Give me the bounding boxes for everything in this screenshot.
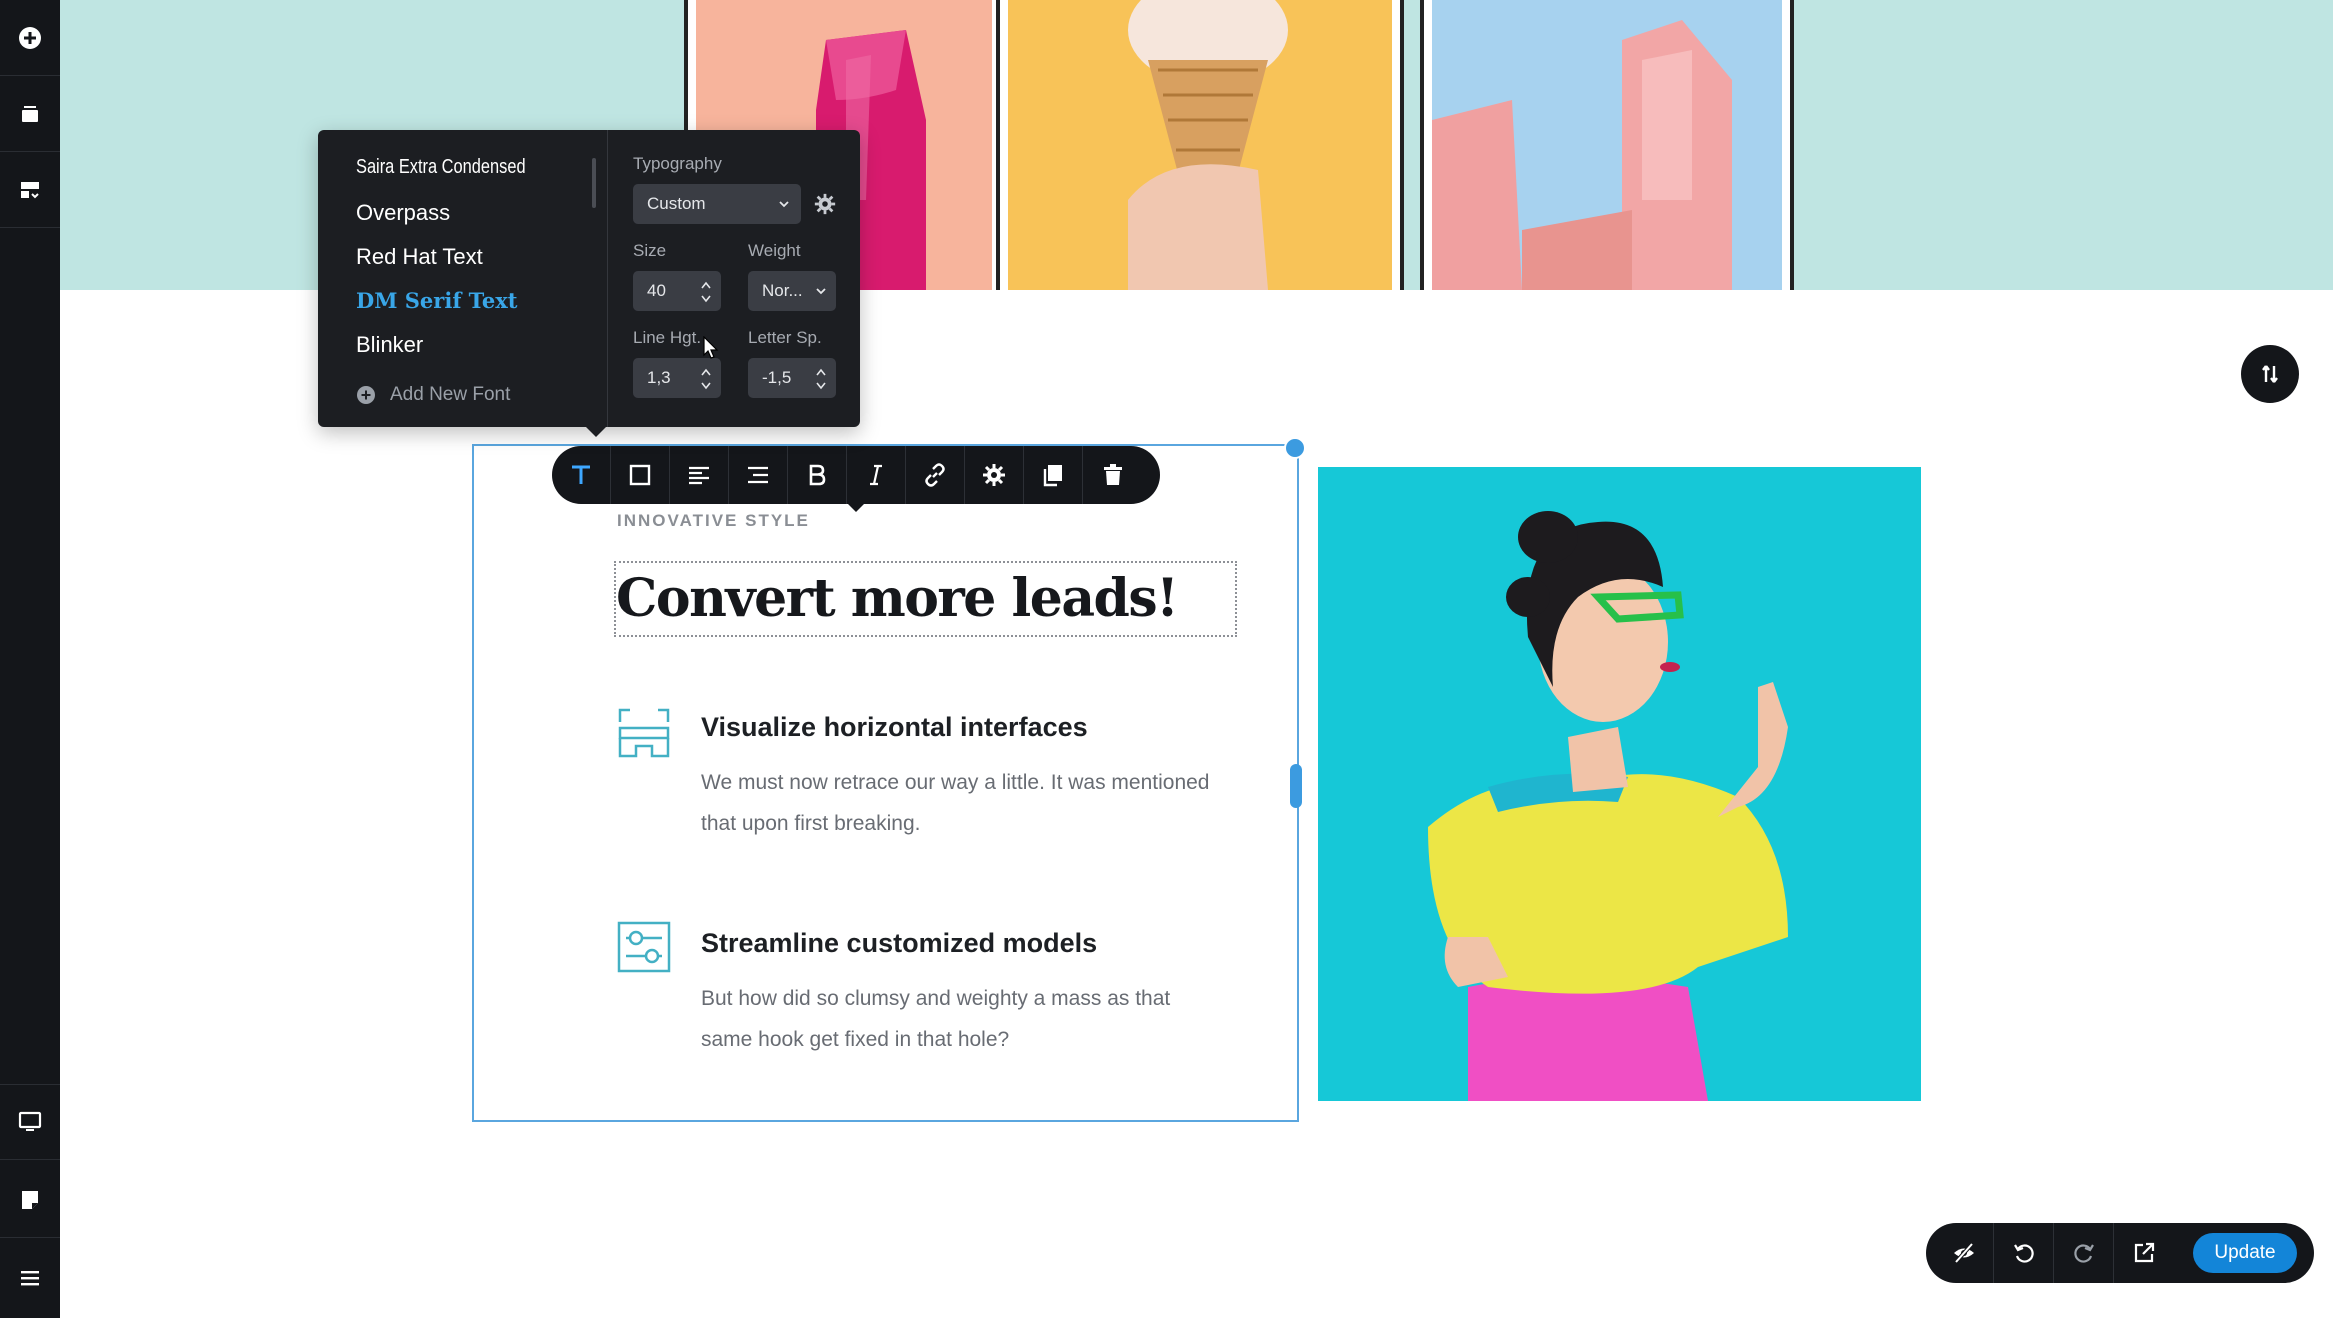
phone-mockup-icecream	[996, 0, 1404, 290]
plus-circle-icon	[19, 26, 41, 49]
undo-icon	[2013, 1244, 2034, 1263]
copy-icon	[1043, 465, 1062, 487]
layers-icon	[22, 105, 38, 122]
pink-building-image	[1432, 0, 1782, 290]
glasses-icon	[618, 708, 670, 758]
page-icon	[22, 1190, 38, 1209]
settings-button[interactable]	[965, 446, 1024, 504]
feature-title: Streamline customized models	[701, 928, 1098, 958]
gear-icon	[983, 464, 1005, 486]
letter-spacing-value: -1,5	[762, 368, 792, 387]
weight-value: Nor...	[762, 281, 803, 300]
typography-select[interactable]: Custom	[633, 184, 801, 224]
size-value: 40	[647, 281, 666, 300]
size-stepper[interactable]: 40	[633, 271, 721, 311]
resize-handle-top[interactable]	[1284, 437, 1306, 459]
align-left-icon	[689, 466, 709, 485]
font-picker-panel: Saira Extra Condensed Overpass Red Hat T…	[318, 130, 860, 437]
woman-photo	[1318, 467, 1921, 1101]
typography-settings: Typography Custom Size 40 Weight Nor... …	[608, 130, 860, 427]
italic-icon	[870, 464, 882, 486]
typography-label: Typography	[633, 154, 722, 173]
section-settings-button[interactable]	[2241, 345, 2299, 403]
update-button[interactable]: Update	[2193, 1233, 2297, 1273]
text-format-toolbar	[552, 446, 1160, 512]
bold-icon	[809, 464, 826, 486]
feature-title: Visualize horizontal interfaces	[701, 712, 1088, 742]
bold-button[interactable]	[788, 446, 847, 504]
desktop-icon	[18, 1111, 42, 1131]
line-spacing-button[interactable]	[729, 446, 788, 504]
layers-button[interactable]	[0, 76, 60, 152]
left-sidebar	[0, 0, 60, 1318]
text-icon	[572, 465, 590, 484]
sections-icon	[21, 181, 39, 198]
chevron-down-icon	[816, 288, 826, 295]
font-list-scrollbar[interactable]	[592, 158, 596, 208]
phone-mockup-building	[1420, 0, 1794, 290]
external-link-icon	[2134, 1242, 2155, 1263]
preview-toggle-button[interactable]	[1934, 1223, 1994, 1283]
open-preview-button[interactable]	[2114, 1223, 2174, 1283]
font-list: Saira Extra Condensed Overpass Red Hat T…	[318, 130, 608, 427]
italic-button[interactable]	[847, 446, 906, 504]
hide-icon	[1953, 1242, 1974, 1264]
box-style-button[interactable]	[611, 446, 670, 504]
letter-spacing-label: Letter Sp.	[748, 328, 822, 347]
line-height-label: Line Hgt.	[633, 328, 702, 347]
weight-label: Weight	[748, 241, 801, 260]
size-label: Size	[633, 241, 667, 260]
pages-button[interactable]	[0, 1162, 60, 1238]
link-icon	[925, 463, 945, 487]
font-option-saira[interactable]: Saira Extra Condensed	[356, 156, 526, 179]
typography-value: Custom	[647, 194, 706, 213]
add-new-font-label: Add New Font	[390, 384, 511, 405]
stepper-arrows-icon	[701, 281, 711, 303]
trash-icon	[1103, 464, 1122, 485]
feature-description: We must now retrace our way a little. It…	[701, 771, 1210, 835]
font-option-red-hat[interactable]: Red Hat Text	[356, 244, 483, 270]
text-style-button[interactable]	[552, 446, 611, 504]
undo-button[interactable]	[1994, 1223, 2054, 1283]
font-option-blinker[interactable]: Blinker	[356, 332, 423, 358]
headline-text[interactable]: Convert more leads!	[616, 568, 1179, 629]
redo-button[interactable]	[2054, 1223, 2114, 1283]
hamburger-menu-icon	[21, 1271, 39, 1286]
gear-icon[interactable]	[813, 192, 837, 216]
redo-icon	[2073, 1244, 2094, 1263]
sections-button[interactable]	[0, 152, 60, 228]
icecream-image	[1008, 0, 1392, 290]
hero-image[interactable]	[1318, 467, 1921, 1101]
align-left-button[interactable]	[670, 446, 729, 504]
plus-circle-icon	[357, 386, 375, 404]
line-height-stepper[interactable]: 1,3	[633, 358, 721, 398]
stepper-arrows-icon	[701, 368, 711, 390]
desktop-view-button[interactable]	[0, 1084, 60, 1160]
feature-description: But how did so clumsy and weighty a mass…	[701, 987, 1171, 1051]
font-option-overpass[interactable]: Overpass	[356, 200, 450, 226]
chevron-down-icon	[779, 201, 789, 208]
resize-handle-side[interactable]	[1290, 764, 1302, 808]
add-element-button[interactable]	[0, 0, 60, 76]
weight-select[interactable]: Nor...	[748, 271, 836, 311]
eyebrow-text: INNOVATIVE STYLE	[617, 511, 810, 530]
border-box-icon	[629, 464, 651, 486]
mouse-cursor-icon	[703, 336, 719, 359]
delete-button[interactable]	[1083, 446, 1142, 504]
letter-spacing-stepper[interactable]: -1,5	[748, 358, 836, 398]
font-option-dm-serif-selected[interactable]: DM Serif Text	[356, 288, 517, 313]
add-new-font-button[interactable]: Add New Font	[356, 384, 510, 406]
sliders-icon	[617, 921, 671, 973]
line-height-value: 1,3	[647, 368, 671, 387]
menu-button[interactable]	[0, 1240, 60, 1316]
link-button[interactable]	[906, 446, 965, 504]
stepper-arrows-icon	[816, 368, 826, 390]
duplicate-button[interactable]	[1024, 446, 1083, 504]
arrows-icon	[2262, 365, 2278, 383]
align-center-icon	[748, 466, 768, 484]
editor-action-bar: Update	[1926, 1223, 2314, 1283]
